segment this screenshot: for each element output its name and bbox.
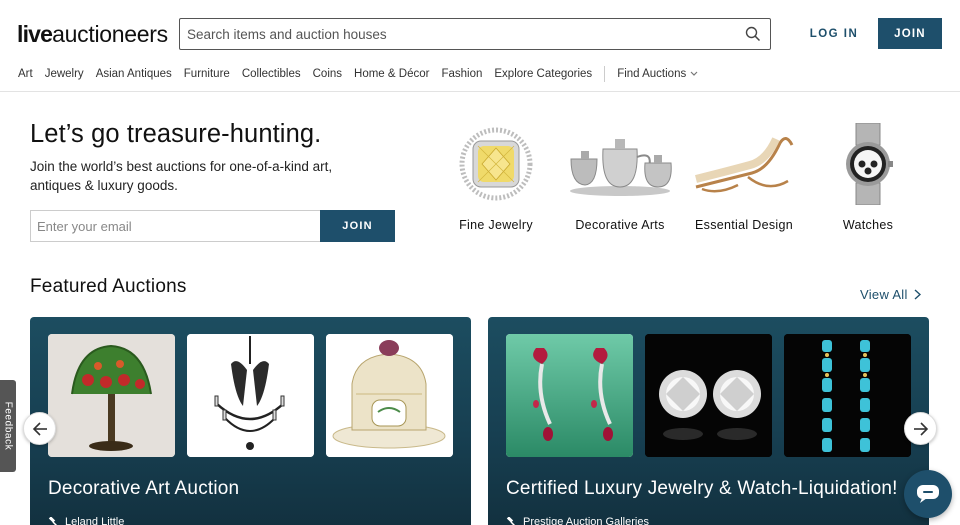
email-field[interactable] (30, 210, 321, 242)
featured-auctions-heading: Featured Auctions (30, 276, 187, 297)
auction-title[interactable]: Decorative Art Auction (48, 478, 239, 500)
site-header: liveauctioneers LOG IN JOIN Art Jewelry … (0, 0, 960, 92)
hero-subtitle: Join the world’s best auctions for one-o… (30, 159, 333, 193)
ruby-earrings-image (506, 334, 633, 457)
porcelain-dish-image (326, 334, 453, 457)
silver-tea-set-image (560, 118, 680, 210)
lounge-chair-image (684, 118, 804, 210)
gavel-icon (506, 516, 516, 525)
auction-house[interactable]: Prestige Auction Galleries (506, 516, 649, 525)
nav-item-jewelry[interactable]: Jewelry (45, 68, 84, 80)
chat-button[interactable] (904, 470, 952, 518)
yellow-diamond-ring-image (436, 118, 556, 210)
find-auctions-dropdown[interactable]: Find Auctions (617, 68, 698, 80)
carousel-next-button[interactable] (904, 412, 937, 445)
category-essential-design[interactable]: Essential Design (684, 118, 804, 232)
arrow-right-icon (913, 421, 928, 436)
auction-card-decorative-art[interactable]: Decorative Art Auction Leland Little (30, 317, 471, 525)
nav-item-art[interactable]: Art (18, 68, 33, 80)
arrow-left-icon (32, 421, 47, 436)
category-decorative-arts[interactable]: Decorative Arts (560, 118, 680, 232)
search-input[interactable] (180, 19, 730, 49)
category-label: Watches (842, 218, 894, 232)
auction-house[interactable]: Leland Little (48, 516, 124, 525)
auction-title[interactable]: Certified Luxury Jewelry & Watch-Liquida… (506, 478, 898, 500)
nav-item-home-decor[interactable]: Home & Décor (354, 68, 429, 80)
category-label: Fine Jewelry (459, 218, 533, 232)
auction-card-luxury-jewelry[interactable]: Certified Luxury Jewelry & Watch-Liquida… (488, 317, 929, 525)
nav-item-furniture[interactable]: Furniture (184, 68, 230, 80)
category-nav: Art Jewelry Asian Antiques Furniture Col… (18, 66, 710, 82)
nav-item-fashion[interactable]: Fashion (441, 68, 482, 80)
nav-item-coins[interactable]: Coins (313, 68, 342, 80)
nav-divider (604, 66, 606, 82)
hero-title: Let’s go treasure-hunting. (30, 120, 322, 148)
chevron-down-icon (690, 71, 698, 76)
chronograph-watch-image (808, 118, 928, 210)
search-box (179, 18, 771, 50)
category-label: Decorative Arts (575, 218, 665, 232)
tiffany-lamp-image (48, 334, 175, 457)
search-icon[interactable] (745, 26, 761, 42)
feedback-tab[interactable]: Feedback (0, 380, 16, 472)
turquoise-earrings-image (784, 334, 911, 457)
chevron-right-icon (914, 289, 921, 300)
chat-bubble-icon (917, 485, 939, 503)
view-all-link[interactable]: View All (860, 287, 921, 302)
diamond-studs-image (645, 334, 772, 457)
nav-item-explore-categories[interactable]: Explore Categories (494, 68, 592, 80)
login-button[interactable]: LOG IN (800, 18, 868, 50)
hero-join-button[interactable]: JOIN (320, 210, 395, 242)
iron-chandelier-image (187, 334, 314, 457)
nav-item-asian-antiques[interactable]: Asian Antiques (96, 68, 172, 80)
header-join-button[interactable]: JOIN (878, 18, 942, 49)
liveauctioneers-logo[interactable]: liveauctioneers (17, 21, 168, 48)
category-label: Essential Design (695, 218, 793, 232)
carousel-prev-button[interactable] (23, 412, 56, 445)
nav-item-collectibles[interactable]: Collectibles (242, 68, 301, 80)
category-fine-jewelry[interactable]: Fine Jewelry (436, 118, 556, 232)
gavel-icon (48, 516, 58, 525)
category-watches[interactable]: Watches (808, 118, 928, 232)
